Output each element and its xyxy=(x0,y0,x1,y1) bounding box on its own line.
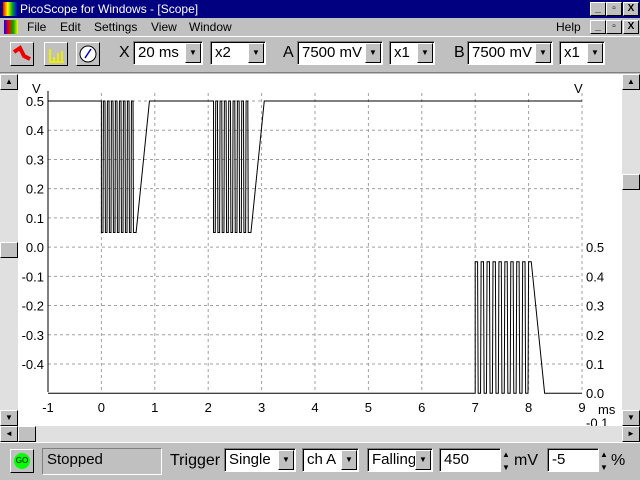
chevron-down-icon[interactable]: ▼ xyxy=(341,450,357,470)
y-left-tick-label: 0.3 xyxy=(26,152,44,167)
x-tick-label: 0 xyxy=(98,400,105,415)
go-button[interactable]: GO xyxy=(10,449,34,473)
trigger-channel-value: ch A xyxy=(307,451,337,468)
y-left-tick-label: 0.2 xyxy=(26,182,44,197)
scroll-left-button[interactable]: ◄ xyxy=(0,426,18,442)
x-tick-label: 5 xyxy=(365,400,372,415)
x-unit: ms xyxy=(598,402,616,417)
y-left-tick-label: -0.2 xyxy=(22,299,44,314)
trigger-level-input[interactable]: 450 xyxy=(439,448,501,472)
trigger-edge-select[interactable]: Falling ▼ xyxy=(367,448,433,472)
y-right-tick-label: 0.5 xyxy=(586,240,604,255)
trigger-edge-value: Falling xyxy=(372,451,417,468)
go-label: GO xyxy=(14,453,30,469)
scroll-right-button[interactable]: ► xyxy=(622,426,640,442)
x-tick-label: 3 xyxy=(258,400,265,415)
x-tick-label: 1 xyxy=(151,400,158,415)
trigger-channel-select[interactable]: ch A ▼ xyxy=(302,448,359,472)
trigger-mode-select[interactable]: Single ▼ xyxy=(224,448,296,472)
horizontal-scrollbar[interactable]: ◄ ► xyxy=(0,426,640,442)
chevron-down-icon[interactable]: ▼ xyxy=(278,450,294,470)
trigger-level-spinner[interactable]: ▲ ▼ xyxy=(502,448,513,474)
y-right-tick-label: 0.4 xyxy=(586,269,604,284)
y-left-tick-label: 0.4 xyxy=(26,123,44,138)
x-tick-label: 6 xyxy=(418,400,425,415)
trigger-label: Trigger xyxy=(170,452,221,469)
trigger-mode-value: Single xyxy=(229,451,271,468)
pre-trigger-input[interactable]: -5 xyxy=(547,448,599,472)
y-right-tick-label: 0.3 xyxy=(586,299,604,314)
y-left-tick-label: -0.3 xyxy=(22,328,44,343)
y-left-tick-label: 0.0 xyxy=(26,240,44,255)
x-tick-label: 7 xyxy=(472,400,479,415)
chevron-down-icon[interactable]: ▼ xyxy=(415,450,431,470)
scroll-thumb[interactable] xyxy=(18,426,36,442)
x-tick-label: 2 xyxy=(205,400,212,415)
y-right-tick-label: 0.0 xyxy=(586,386,604,401)
level-unit: mV xyxy=(514,452,538,469)
y-left-unit: V xyxy=(32,81,41,96)
percent-unit: % xyxy=(611,452,626,469)
x-tick-label: 4 xyxy=(311,400,318,415)
y-right-unit: V xyxy=(574,81,583,96)
y-left-tick-label: 0.5 xyxy=(26,94,44,109)
status-text: Stopped xyxy=(42,448,162,475)
x-tick-label: -1 xyxy=(42,400,54,415)
x-tick-label: 9 xyxy=(578,400,585,415)
y-right-tick-label: 0.2 xyxy=(586,328,604,343)
scope-plot: -1 0 1 2 3 4 5 6 7 8 9 0.5 0.4 0.3 0.2 0.1 0.0 -0.1 -0.2 -0… xyxy=(22,81,616,426)
y-right-tick-label: -0.1 xyxy=(586,415,608,426)
y-left-tick-label: 0.1 xyxy=(26,211,44,226)
y-left-tick-label: -0.1 xyxy=(22,269,44,284)
pre-trigger-spinner[interactable]: ▲ ▼ xyxy=(600,448,611,474)
x-tick-label: 8 xyxy=(525,400,532,415)
y-right-tick-label: 0.1 xyxy=(586,357,604,372)
y-left-tick-label: -0.4 xyxy=(22,357,44,372)
